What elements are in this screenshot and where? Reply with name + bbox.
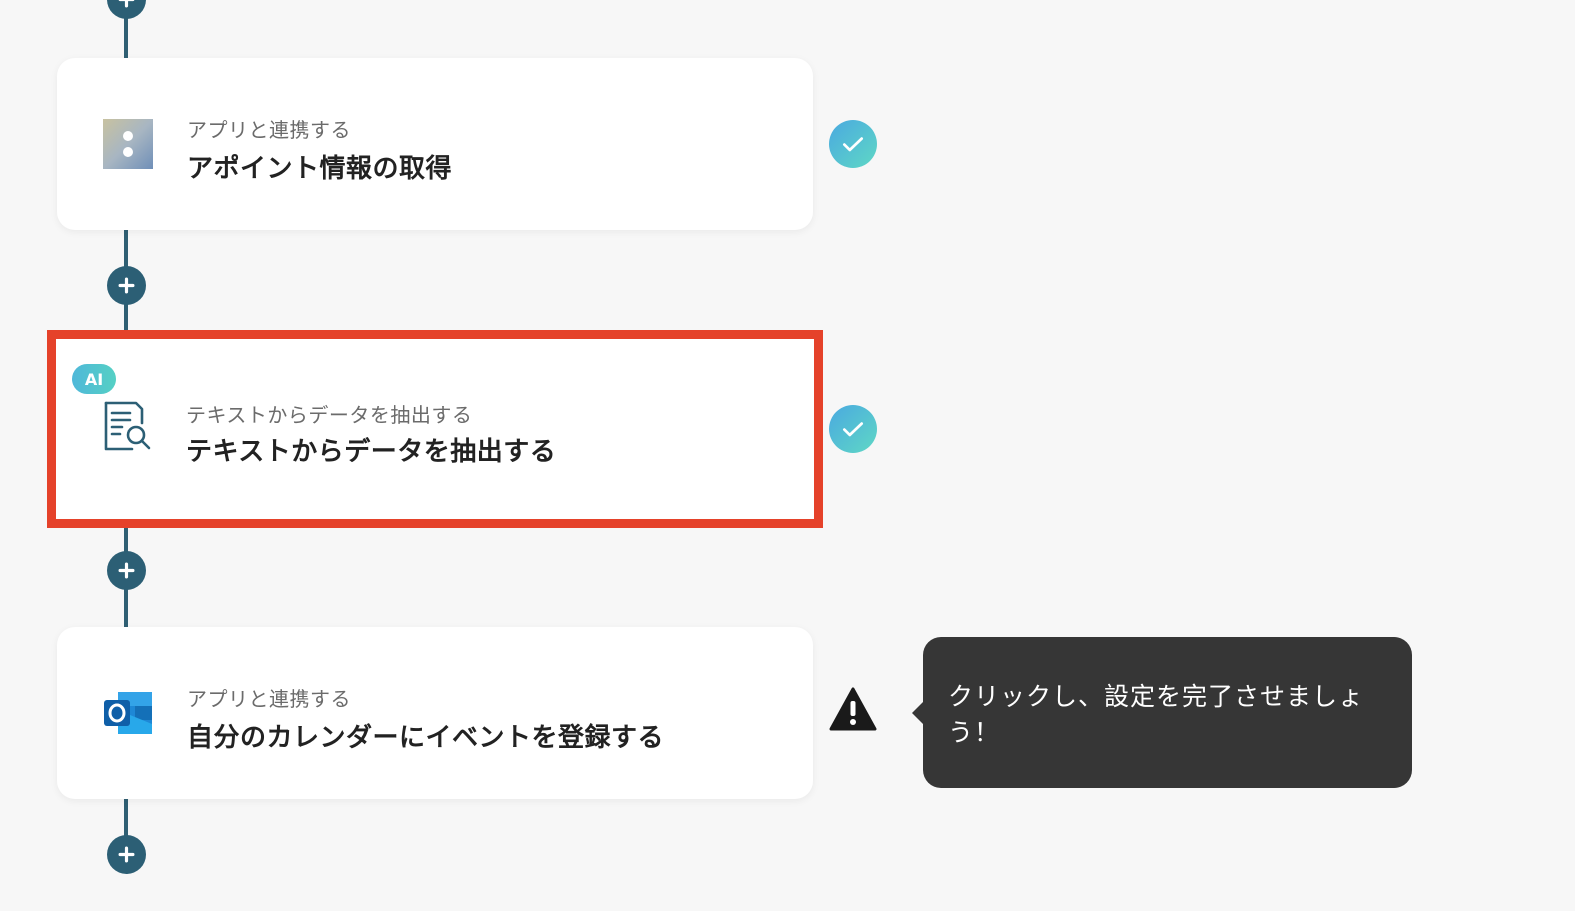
step-title: アポイント情報の取得 <box>187 154 453 184</box>
plus-icon <box>118 846 135 863</box>
outlook-icon <box>101 686 155 740</box>
warning-icon <box>829 686 877 734</box>
ai-badge: AI <box>72 364 116 394</box>
step-complete-check-icon <box>829 405 877 453</box>
step-type-label: アプリと連携する <box>187 118 351 142</box>
document-search-icon <box>100 399 154 453</box>
add-step-button[interactable] <box>107 551 146 590</box>
flow-step-card-appointment[interactable]: アプリと連携する アポイント情報の取得 <box>57 58 813 230</box>
plus-icon <box>118 277 135 294</box>
step-title: テキストからデータを抽出する <box>186 437 557 467</box>
spreadsheet-app-icon <box>101 117 155 171</box>
add-step-button[interactable] <box>107 835 146 874</box>
step-type-label: アプリと連携する <box>187 687 351 711</box>
step-complete-check-icon <box>829 120 877 168</box>
add-step-button[interactable] <box>107 266 146 305</box>
flow-step-card-ai-extract[interactable]: AI テキストからデータを抽出する テキストからデータを抽出する <box>47 330 823 528</box>
plus-icon <box>118 0 135 8</box>
plus-icon <box>118 562 135 579</box>
step-type-label: テキストからデータを抽出する <box>186 403 473 427</box>
step-title: 自分のカレンダーにイベントを登録する <box>187 723 665 753</box>
flow-step-card-calendar[interactable]: アプリと連携する 自分のカレンダーにイベントを登録する <box>57 627 813 799</box>
setup-hint-tooltip: クリックし、設定を完了させましょう！ <box>923 637 1412 788</box>
add-step-button[interactable] <box>107 0 146 19</box>
tooltip-text: クリックし、設定を完了させましょう！ <box>948 681 1365 747</box>
